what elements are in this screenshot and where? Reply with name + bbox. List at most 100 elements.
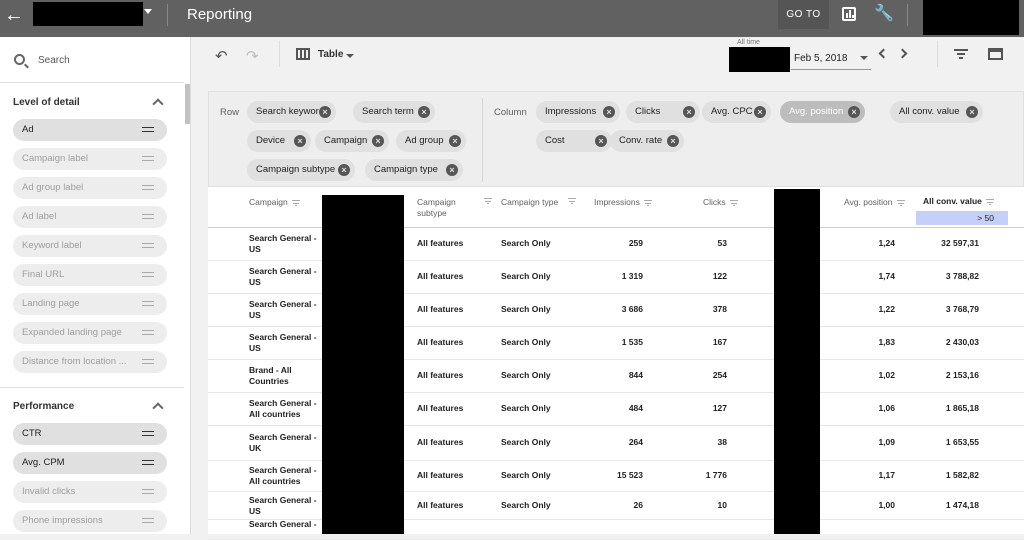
cell-campaign[interactable]: Search General - All countries [249, 398, 321, 420]
cell-campaign[interactable]: Search General - US [249, 233, 321, 255]
columns-icon[interactable] [988, 48, 1003, 60]
remove-icon[interactable]: × [446, 164, 458, 176]
table-icon[interactable] [296, 48, 310, 60]
view-selector[interactable]: Table [318, 49, 343, 60]
column-metric-chip[interactable]: Impressions × [536, 101, 620, 123]
cell-campaign[interactable]: Search General - All countries [249, 465, 321, 487]
column-filter-chip[interactable]: > 50 [916, 211, 1008, 225]
sidebar-item[interactable]: Invalid clicks [13, 481, 167, 503]
drag-handle-icon[interactable] [142, 156, 154, 161]
chevron-down-icon[interactable] [144, 9, 152, 14]
row-dimension-chip[interactable]: Campaign subtype × [247, 159, 355, 181]
search-input[interactable]: Search [38, 55, 70, 66]
col-header-campaign[interactable]: Campaign [249, 197, 300, 208]
sidebar-item[interactable]: Keyword label [13, 235, 167, 257]
remove-icon[interactable]: × [338, 164, 350, 176]
col-header-campaign-subtype[interactable]: Campaign subtype [417, 197, 477, 219]
drag-handle-icon[interactable] [142, 185, 154, 190]
drag-handle-icon[interactable] [142, 214, 154, 219]
remove-icon[interactable]: × [294, 135, 306, 147]
row-dimension-chip[interactable]: Search keyword × [247, 101, 336, 123]
cell-campaign[interactable]: Search General - US [249, 266, 321, 288]
drag-handle-icon[interactable] [142, 272, 154, 277]
chevron-down-icon[interactable] [346, 54, 354, 58]
drag-handle-icon[interactable] [142, 518, 154, 523]
next-period-icon[interactable] [897, 48, 908, 59]
drag-handle-icon[interactable] [142, 460, 154, 465]
row-dimension-chip[interactable]: Search term × [353, 101, 435, 123]
sidebar-item[interactable]: Landing page [13, 293, 167, 315]
remove-icon[interactable]: × [372, 135, 384, 147]
undo-icon[interactable]: ↶ [215, 47, 228, 65]
remove-icon[interactable]: × [683, 106, 695, 118]
sidebar-item[interactable]: Expanded landing page [13, 322, 167, 344]
cell-campaign[interactable]: Search General - UK [249, 432, 321, 454]
column-metric-chip[interactable]: Conv. rate × [610, 130, 684, 152]
remove-icon[interactable]: × [848, 106, 860, 118]
filter-icon[interactable] [896, 199, 905, 206]
filter-icon[interactable] [484, 198, 492, 204]
drag-handle-icon[interactable] [142, 431, 154, 436]
remove-icon[interactable]: × [667, 135, 679, 147]
scrollbar[interactable] [185, 84, 190, 124]
cell-campaign[interactable]: Search General - US [249, 495, 321, 517]
remove-icon[interactable]: × [319, 106, 331, 118]
section-header-performance[interactable]: Performance [13, 401, 74, 412]
remove-icon[interactable]: × [595, 135, 607, 147]
back-arrow-icon[interactable]: ← [2, 3, 26, 27]
row-dimension-chip[interactable]: Device × [247, 130, 311, 152]
sidebar-item[interactable]: Avg. CPM [13, 452, 167, 474]
drag-handle-icon[interactable] [142, 330, 154, 335]
sidebar-item[interactable]: Ad label [13, 206, 167, 228]
sidebar-item[interactable]: Distance from location ... [13, 351, 167, 373]
remove-icon[interactable]: × [449, 135, 461, 147]
filter-icon[interactable] [954, 49, 968, 59]
col-header-campaign-type[interactable]: Campaign type [501, 197, 561, 208]
date-start-redacted[interactable] [729, 47, 790, 72]
filter-icon[interactable] [568, 198, 576, 204]
filter-icon[interactable] [643, 199, 652, 206]
drag-handle-icon[interactable] [142, 359, 154, 364]
section-header-level-of-detail[interactable]: Level of detail [13, 97, 80, 108]
remove-icon[interactable]: × [754, 106, 766, 118]
chevron-up-icon[interactable] [152, 402, 164, 414]
date-range-value[interactable]: Feb 5, 2018 [794, 53, 847, 64]
drag-handle-icon[interactable] [142, 127, 154, 132]
row-dimension-chip[interactable]: Campaign type × [365, 159, 463, 181]
chevron-up-icon[interactable] [152, 98, 164, 110]
row-dimension-chip[interactable]: Campaign × [315, 130, 389, 152]
column-metric-chip[interactable]: Avg. position × [780, 101, 865, 123]
remove-icon[interactable]: × [603, 106, 615, 118]
col-header-all-conv-value[interactable]: All conv. value [923, 196, 994, 207]
cell-campaign[interactable]: Brand - All Countries [249, 365, 321, 387]
column-metric-chip[interactable]: Clicks × [626, 101, 700, 123]
col-header-avg-position[interactable]: Avg. position [844, 197, 905, 208]
filter-icon[interactable] [729, 199, 738, 206]
row-dimension-chip[interactable]: Ad group × [396, 130, 466, 152]
cell-campaign[interactable]: Search General - US [249, 299, 321, 321]
redo-icon[interactable]: ↷ [246, 47, 259, 65]
drag-handle-icon[interactable] [142, 243, 154, 248]
filter-icon[interactable] [985, 198, 994, 205]
drag-handle-icon[interactable] [142, 301, 154, 306]
column-metric-chip[interactable]: Avg. CPC × [702, 101, 771, 123]
filter-icon[interactable] [291, 199, 300, 206]
account-selector-redacted[interactable] [33, 2, 143, 26]
sidebar-item[interactable]: Ad group label [13, 177, 167, 199]
sidebar-item[interactable]: Ad [13, 119, 167, 141]
sidebar-item[interactable]: Phone impressions [13, 510, 167, 532]
drag-handle-icon[interactable] [142, 489, 154, 494]
column-metric-chip[interactable]: Cost × [536, 130, 612, 152]
sidebar-item[interactable]: Final URL [13, 264, 167, 286]
remove-icon[interactable]: × [966, 106, 978, 118]
remove-icon[interactable]: × [418, 106, 430, 118]
chevron-down-icon[interactable] [860, 56, 868, 60]
cell-campaign[interactable]: Search General - [249, 519, 321, 530]
cell-campaign[interactable]: Search General - US [249, 332, 321, 354]
bar-chart-icon[interactable] [842, 7, 856, 21]
goto-button[interactable]: GO TO [778, 0, 829, 29]
column-metric-chip[interactable]: All conv. value × [890, 101, 983, 123]
sidebar-item[interactable]: Campaign label [13, 148, 167, 170]
sidebar-item[interactable]: CTR [13, 423, 167, 445]
previous-period-icon[interactable] [878, 48, 889, 59]
